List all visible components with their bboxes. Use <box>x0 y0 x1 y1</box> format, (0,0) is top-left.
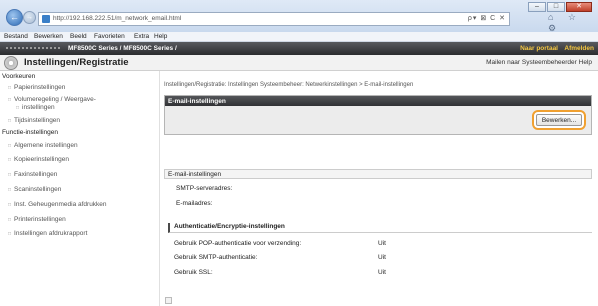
page-title: Instellingen/Registratie <box>24 57 129 68</box>
ssl-label: Gebruik SSL: <box>174 269 213 276</box>
email-label: E-mailadres: <box>176 200 213 207</box>
sidebar-item-general[interactable]: Algemene instellingen <box>8 142 78 150</box>
page-header: Instellingen/Registratie Mailen naar Sys… <box>0 55 598 71</box>
address-bar[interactable]: http://192.168.222.51/m_network_email.ht… <box>38 12 510 26</box>
sidebar: Voorkeuren Papierinstellingen Volumerege… <box>0 71 160 306</box>
product-bar: MF8500C Series / MF8500C Series / Naar p… <box>0 42 598 55</box>
address-tools-icons[interactable]: ρ▾ ⊠ C ✕ <box>468 14 506 22</box>
maximize-icon[interactable]: □ <box>547 2 565 12</box>
menu-extra[interactable]: Extra <box>134 33 149 40</box>
sidebar-item-paper[interactable]: Papierinstellingen <box>8 84 65 92</box>
sidebar-item-copy[interactable]: Kopieerinstellingen <box>8 156 69 164</box>
edit-button-highlight: Bewerken... <box>532 110 586 130</box>
url-text[interactable]: http://192.168.222.51/m_network_email.ht… <box>53 15 181 22</box>
close-icon[interactable]: ✕ <box>566 2 592 12</box>
sidebar-item-media[interactable]: Inst. Geheugenmedia afdrukken <box>8 201 107 209</box>
gear-icon <box>4 56 18 70</box>
smtp-auth-label: Gebruik SMTP-authenticatie: <box>174 254 258 261</box>
portal-link[interactable]: Naar portaal <box>520 45 558 52</box>
back-arrow-icon[interactable]: ← <box>6 9 23 26</box>
sidebar-item-printer[interactable]: Printerinstellingen <box>8 216 66 224</box>
sidebar-item-report[interactable]: Instellingen afdrukrapport <box>8 230 87 238</box>
breadcrumb: Instellingen/Registratie: Instellingen S… <box>164 82 414 88</box>
menu-help[interactable]: Help <box>154 33 167 40</box>
edit-button[interactable]: Bewerken... <box>536 114 582 126</box>
pop-auth-label: Gebruik POP-authenticatie voor verzendin… <box>174 240 302 247</box>
auth-section-title: Authenticatie/Encryptie-instellingen <box>168 223 592 233</box>
email-settings-panel: E-mail-instellingen Bewerken... <box>164 95 592 135</box>
pop-auth-value: Uit <box>378 240 386 247</box>
page-top-icon[interactable] <box>165 297 172 304</box>
favicon-icon <box>42 15 50 23</box>
smtp-label: SMTP-serveradres: <box>176 185 233 192</box>
forward-arrow-icon[interactable]: → <box>23 11 36 24</box>
section-title: E-mail-instellingen <box>164 169 592 179</box>
sidebar-section-preferences: Voorkeuren <box>2 73 36 80</box>
panel-title: E-mail-instellingen <box>165 96 591 106</box>
home-favorites-settings-icons[interactable]: ⌂ ☆ ⚙ <box>548 12 598 34</box>
product-name: MF8500C Series / MF8500C Series / <box>68 45 177 52</box>
browser-titlebar: – □ ✕ ← → http://192.168.222.51/m_networ… <box>0 0 598 34</box>
menu-view[interactable]: Beeld <box>70 33 87 40</box>
main-content: Instellingen/Registratie: Instellingen S… <box>164 71 598 306</box>
sidebar-section-functions: Functie-instellingen <box>2 129 59 136</box>
sidebar-item-time[interactable]: Tijdsinstellingen <box>8 117 60 125</box>
sidebar-item-volume[interactable]: Volumeregeling / Weergave- <box>8 96 96 104</box>
logout-link[interactable]: Afmelden <box>564 45 594 52</box>
minimize-icon[interactable]: – <box>528 2 546 12</box>
sidebar-item-volume-cont[interactable]: instellingen <box>16 104 55 112</box>
window-controls: – □ ✕ <box>528 2 592 12</box>
product-dots <box>6 47 62 49</box>
menu-favorites[interactable]: Favorieten <box>94 33 125 40</box>
menu-edit[interactable]: Bewerken <box>34 33 63 40</box>
ssl-value: Uit <box>378 269 386 276</box>
sidebar-item-scan[interactable]: Scaninstellingen <box>8 186 61 194</box>
header-links[interactable]: Mailen naar Systeembeheerder Help <box>486 59 592 66</box>
smtp-auth-value: Uit <box>378 254 386 261</box>
sidebar-item-fax[interactable]: Faxinstellingen <box>8 171 57 179</box>
menu-file[interactable]: Bestand <box>4 33 28 40</box>
menu-bar: Bestand Bewerken Beeld Favorieten Extra … <box>0 32 598 42</box>
